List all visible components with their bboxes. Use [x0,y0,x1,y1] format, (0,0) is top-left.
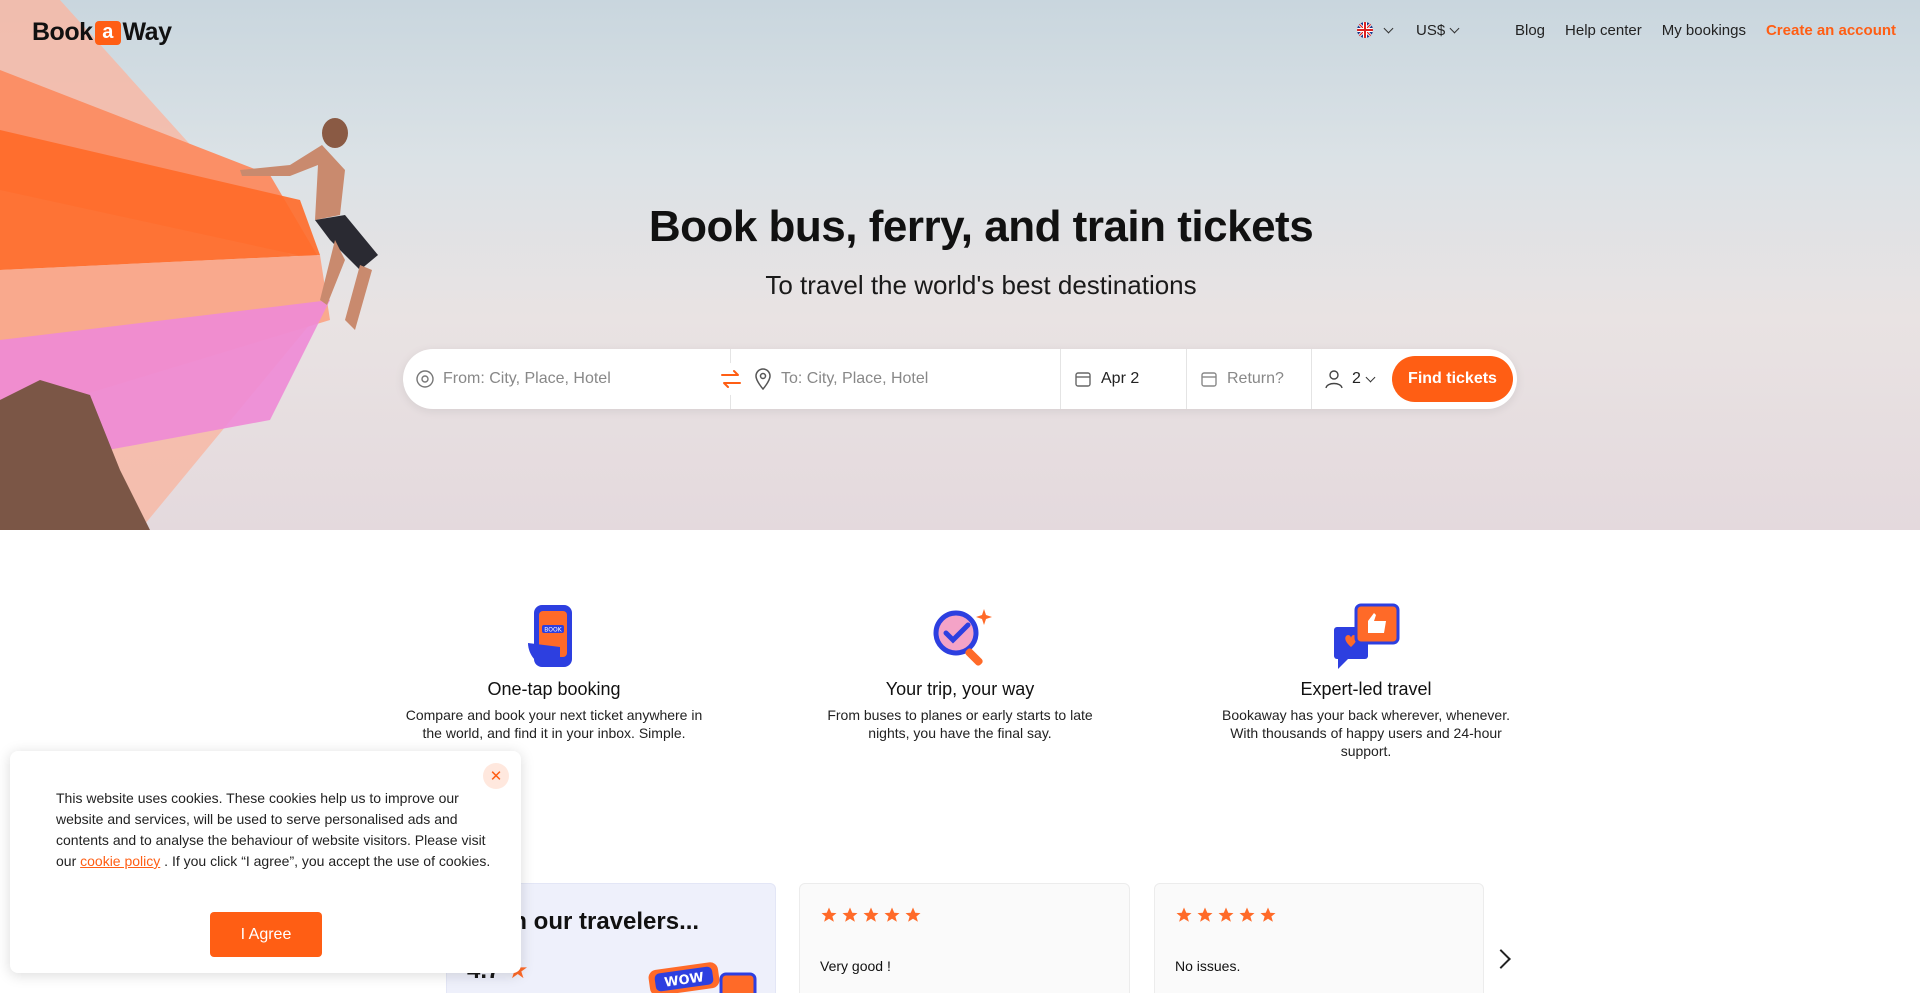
svg-text:BOOK: BOOK [544,627,562,634]
chevron-down-icon [1365,372,1376,382]
language-selector[interactable] [1357,22,1394,38]
star-icon [821,907,837,922]
calendar-icon [1199,369,1219,389]
swap-icon[interactable] [715,363,747,395]
from-input[interactable]: From: City, Place, Hotel [443,370,611,388]
thumbs-up-chat-icon [1216,603,1516,671]
cookie-message: This website uses cookies. These cookies… [56,788,492,872]
create-account-link[interactable]: Create an account [1766,22,1896,39]
logo-a-badge: a [94,20,121,45]
feature-one-tap-booking: BOOK One-tap booking Compare and book yo… [404,603,704,742]
star-icon [1260,907,1276,922]
hero-subtitle: To travel the world's best destinations [765,270,1197,300]
phone-booking-icon: BOOK [404,603,704,671]
review-stars [820,906,922,924]
star-icon [863,907,879,922]
header-links: Blog Help center My bookings Create an a… [1515,22,1896,39]
cookie-banner: ✕ This website uses cookies. These cooki… [10,751,521,973]
hero-title: Book bus, ferry, and train tickets [648,202,1314,251]
review-stars [1175,906,1277,924]
feature-text: Bookaway has your back wherever, wheneve… [1222,707,1510,759]
reviews-next-arrow-icon[interactable] [1491,949,1511,969]
feature-title: Expert-led travel [1300,679,1432,699]
user-icon [1324,369,1344,389]
wow-badge-icon: WOW [648,962,757,993]
review-text: Very good ! [820,958,891,974]
agree-button[interactable]: I Agree [210,912,322,957]
cookie-text-end: . If you click “I agree”, you accept the… [164,853,491,869]
hero-image [0,0,378,530]
chevron-down-icon [1449,23,1460,34]
star-icon [1239,907,1255,922]
site-header: Book a Way US$ Blog Help center My booki… [0,0,1920,64]
star-icon [905,907,921,922]
map-pin-icon [753,368,773,390]
logo-text-book: Book [32,18,93,46]
find-tickets-button[interactable]: Find tickets [1392,356,1513,402]
star-icon [842,907,858,922]
depart-date-value: Apr 2 [1101,370,1140,387]
currency-selector[interactable]: US$ [1416,22,1460,39]
my-bookings-link[interactable]: My bookings [1662,22,1746,39]
feature-expert-led: Expert-led travel Bookaway has your back… [1216,603,1516,760]
calendar-icon [1073,369,1093,389]
star-icon [884,907,900,922]
chevron-down-icon [1383,23,1394,33]
from-field[interactable]: From: City, Place, Hotel [403,349,747,409]
passengers-count: 2 [1352,370,1361,387]
cookie-policy-link[interactable]: cookie policy [80,853,160,869]
star-icon [1197,907,1213,922]
review-text: No issues. [1175,958,1241,974]
feature-text: Compare and book your next ticket anywhe… [405,707,703,741]
hero-banner [0,0,1920,530]
feature-title: One-tap booking [487,679,621,699]
feature-title: Your trip, your way [885,679,1035,699]
close-icon[interactable]: ✕ [483,763,509,789]
logo-text-way: Way [122,18,172,46]
review-card: No issues. [1154,883,1484,993]
to-field[interactable]: To: City, Place, Hotel [731,349,1061,409]
uk-flag-icon [1357,22,1373,38]
feature-text: From buses to planes or early starts to … [827,707,1093,741]
depart-date-field[interactable]: Apr 2 [1061,349,1187,409]
star-icon [1218,907,1234,922]
help-center-link[interactable]: Help center [1565,22,1642,39]
passengers-selector[interactable]: 2 [1312,349,1390,409]
star-icon [1176,907,1192,922]
bookaway-logo[interactable]: Book a Way [32,18,172,47]
currency-label: US$ [1416,22,1446,39]
return-date-placeholder: Return? [1227,370,1284,387]
review-card: Very good ! [799,883,1130,993]
magnifier-check-icon [810,603,1110,671]
search-bar: From: City, Place, Hotel To: City, Place… [403,349,1517,409]
return-date-field[interactable]: Return? [1187,349,1312,409]
to-input[interactable]: To: City, Place, Hotel [781,370,928,388]
feature-your-trip: Your trip, your way From buses to planes… [810,603,1110,742]
blog-link[interactable]: Blog [1515,22,1545,39]
origin-icon [415,369,435,389]
